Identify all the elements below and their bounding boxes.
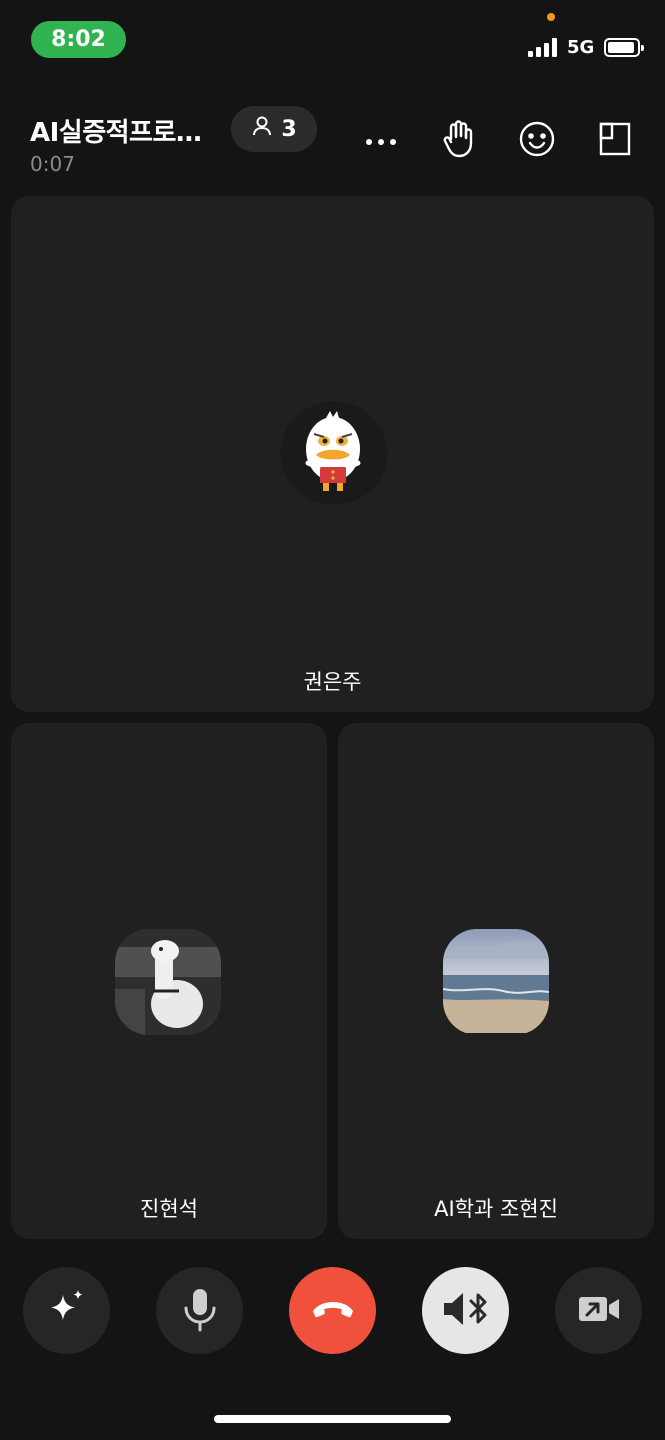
microphone-button[interactable]: [156, 1267, 243, 1354]
participants-button[interactable]: 3: [231, 106, 317, 152]
participant-name: 권은주: [303, 670, 362, 694]
participant-count: 3: [281, 116, 297, 142]
participant-name: AI학과 조현진: [434, 1197, 558, 1221]
sparkle-icon: [45, 1287, 89, 1335]
mic-icon: [180, 1286, 220, 1336]
network-type: 5G: [567, 37, 595, 58]
signal-icon: [528, 38, 557, 57]
call-duration: 0:07: [30, 152, 75, 176]
participant-tile-right[interactable]: AI학과 조현진: [338, 723, 654, 1239]
alpaca-doll-photo: [115, 929, 221, 1035]
layout-icon: [598, 121, 632, 161]
status-time: 8:02: [31, 21, 126, 58]
home-indicator[interactable]: [214, 1415, 451, 1423]
effects-button[interactable]: [23, 1267, 110, 1354]
phone-hangup-icon: [311, 1299, 355, 1323]
emoji-reaction-button[interactable]: [514, 118, 560, 164]
participant-tile-left[interactable]: 진현석: [11, 723, 327, 1239]
emoji-icon: [518, 120, 556, 162]
speaker-bluetooth-icon: [442, 1290, 490, 1332]
more-icon: [364, 132, 398, 151]
duck-character-avatar: [280, 401, 388, 505]
privacy-indicator-dot: [547, 13, 555, 21]
battery-icon: [604, 38, 644, 57]
more-button[interactable]: [358, 118, 404, 164]
audio-output-button[interactable]: [422, 1267, 509, 1354]
end-call-button[interactable]: [289, 1267, 376, 1354]
raise-hand-icon: [442, 119, 476, 163]
person-icon: [251, 115, 273, 143]
camera-button[interactable]: [555, 1267, 642, 1354]
video-camera-icon: [577, 1294, 621, 1328]
participant-tile-main[interactable]: 권은주: [11, 196, 654, 712]
raise-hand-button[interactable]: [436, 118, 482, 164]
layout-button[interactable]: [592, 118, 638, 164]
participant-name: 진현석: [140, 1197, 198, 1221]
call-title[interactable]: AI실증적프로…: [30, 112, 202, 149]
beach-photo: [443, 929, 549, 1035]
